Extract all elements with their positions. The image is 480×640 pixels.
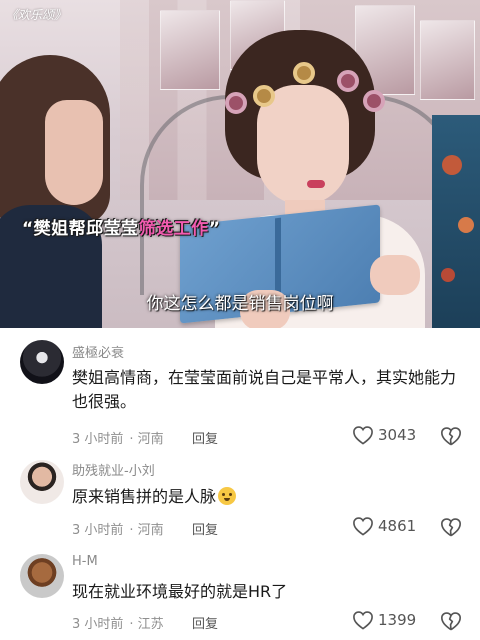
comment-text: 现在就业环境最好的就是HR了 (72, 582, 288, 601)
comment-username[interactable]: 助残就业-小刘 (72, 460, 155, 479)
broken-heart-icon[interactable] (440, 610, 462, 632)
headline-prefix: “樊姐帮邱莹莹 (22, 219, 139, 239)
comment-text: 原来销售拼的是人脉 (72, 485, 464, 509)
like-button[interactable]: 3043 (352, 425, 416, 445)
reply-button[interactable]: 回复 (192, 519, 218, 538)
like-count: 4861 (378, 517, 417, 535)
comment-time: 3 小时前 (72, 617, 124, 632)
monkey-avatar[interactable] (20, 554, 64, 598)
video-frame[interactable]: 《欢乐颂》 “樊姐帮邱莹莹筛选工作” 你这怎么都是销售岗位啊 (0, 0, 480, 328)
comment-item: 助残就业-小刘 原来销售拼的是人脉 3 小时前 · 河南 回复 4861 (0, 456, 480, 552)
show-watermark: 《欢乐颂》 (6, 8, 67, 22)
comment-username[interactable]: H-M (72, 554, 98, 569)
comment-item: H-M 现在就业环境最好的就是HR了 3 小时前 · 江苏 回复 1399 (0, 552, 480, 640)
heart-icon (353, 517, 373, 536)
comment-meta: 3 小时前 · 河南 (72, 428, 164, 447)
headline-highlight: 筛选工作 (138, 219, 209, 239)
like-button[interactable]: 4861 (352, 516, 416, 536)
heart-icon (353, 611, 373, 630)
comment-username[interactable]: 盛極必衰 (72, 342, 124, 361)
comment-location: · 河南 (129, 432, 164, 447)
reply-button[interactable]: 回复 (192, 613, 218, 632)
broken-heart-icon[interactable] (440, 516, 462, 538)
dark-character-avatar[interactable] (20, 340, 64, 384)
headline-suffix: ” (208, 219, 221, 239)
video-headline: “樊姐帮邱莹莹筛选工作” (22, 214, 220, 239)
comment-item: 盛極必衰 樊姐高情商，在莹莹面前说自己是平常人，其实她能力也很强。 3 小时前 ·… (0, 328, 480, 456)
broken-heart-icon[interactable] (440, 425, 462, 447)
crying-laughing-emoji-icon (218, 487, 237, 505)
comment-time: 3 小时前 (72, 432, 124, 447)
comments-list: 盛極必衰 樊姐高情商，在莹莹面前说自己是平常人，其实她能力也很强。 3 小时前 ·… (0, 328, 480, 640)
comment-meta: 3 小时前 · 江苏 (72, 613, 164, 632)
comment-text-body: 原来销售拼的是人脉 (72, 487, 217, 506)
comment-location: · 河南 (129, 523, 164, 538)
reply-button[interactable]: 回复 (192, 428, 218, 447)
heart-icon (353, 426, 373, 445)
comment-meta: 3 小时前 · 河南 (72, 519, 164, 538)
girl-left-figure (0, 55, 115, 328)
video-subtitle: 你这怎么都是销售岗位啊 (146, 294, 334, 314)
like-button[interactable]: 1399 (352, 610, 416, 630)
comment-time: 3 小时前 (72, 523, 124, 538)
comment-location: · 江苏 (129, 617, 164, 632)
like-count: 3043 (378, 426, 417, 444)
comment-text: 樊姐高情商，在莹莹面前说自己是平常人，其实她能力也很强。 (72, 368, 457, 411)
like-count: 1399 (378, 611, 417, 629)
person-photo-avatar[interactable] (20, 460, 64, 504)
